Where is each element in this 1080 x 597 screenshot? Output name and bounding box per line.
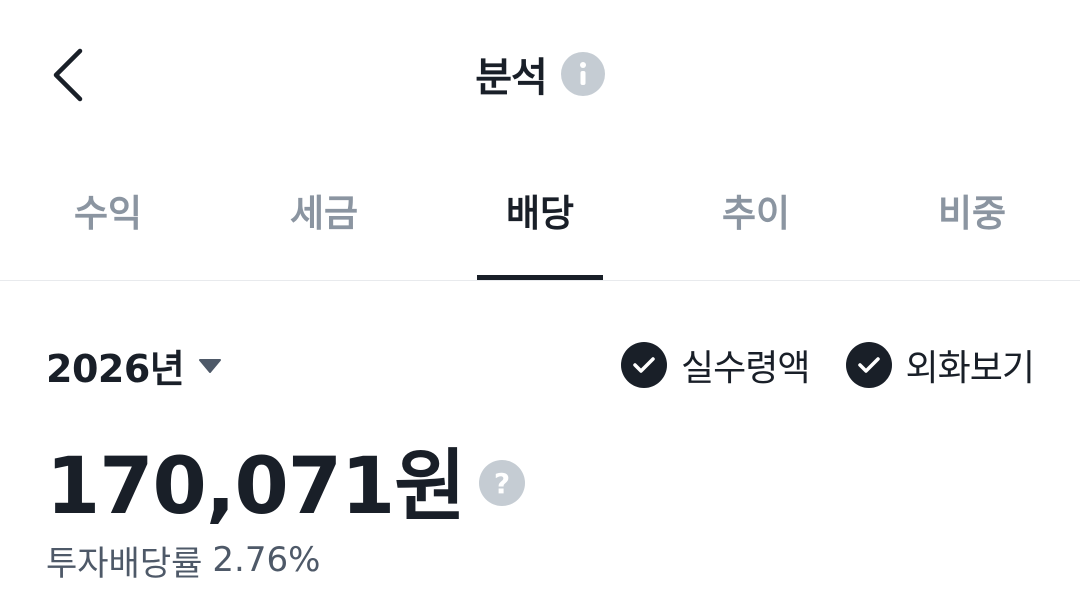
help-icon[interactable]: ? [479, 460, 526, 506]
net-amount-label: 실수령액 [681, 348, 810, 389]
yield-row: 투자배당률 2.76% [46, 535, 320, 585]
check-icon [845, 342, 892, 388]
tab-weight[interactable]: 비중 [864, 160, 1080, 280]
info-icon[interactable] [560, 52, 605, 96]
filter-checks: 실수령액 외화보기 [621, 339, 1035, 391]
page-title: 분석 [475, 55, 548, 101]
tab-bar: 수익 세금 배당 추이 비중 [0, 160, 1080, 281]
check-icon [621, 342, 668, 388]
tab-trend[interactable]: 추이 [648, 160, 864, 280]
tab-profit[interactable]: 수익 [0, 160, 216, 280]
year-dropdown[interactable]: 2026년 [46, 338, 222, 393]
tab-tax[interactable]: 세금 [216, 160, 432, 280]
title-wrap: 분석 [0, 44, 1080, 104]
yield-value: 2.76% [212, 540, 321, 580]
yield-label: 투자배당률 [46, 543, 203, 584]
net-amount-toggle[interactable]: 실수령액 [621, 339, 811, 391]
caret-down-icon [199, 359, 222, 373]
foreign-currency-toggle[interactable]: 외화보기 [845, 339, 1035, 391]
tab-dividend[interactable]: 배당 [432, 160, 648, 280]
header: 분석 [0, 0, 1080, 150]
year-label: 2026년 [46, 346, 185, 391]
filter-row: 2026년 실수령액 외화보기 [46, 335, 1035, 395]
amount-row: 170,071원 ? [46, 430, 526, 532]
foreign-currency-label: 외화보기 [905, 348, 1035, 389]
dividend-amount: 170,071원 [46, 442, 466, 532]
analysis-screen: 분석 수익 세금 배당 추이 비중 2026년 실수령액 외화보기 170,07… [0, 0, 1080, 597]
